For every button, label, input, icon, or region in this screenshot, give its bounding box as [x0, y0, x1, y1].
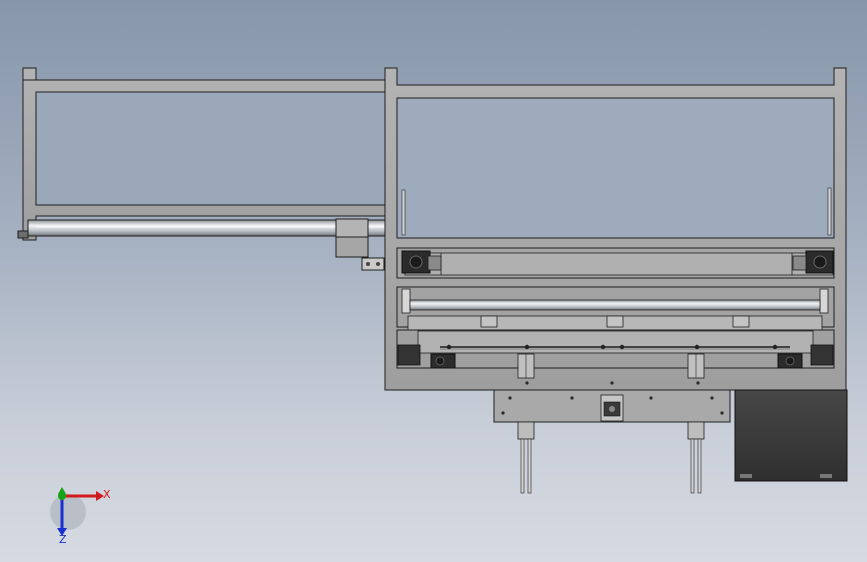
z-axis-label: Z [59, 533, 67, 546]
lower-carriage [396, 329, 835, 369]
cad-viewport[interactable]: X Z [0, 0, 867, 562]
guide-rod [17, 219, 389, 239]
upper-conveyor [396, 247, 835, 279]
cad-model-canvas[interactable]: X Z [0, 0, 867, 562]
control-cabinet [734, 389, 848, 482]
support-legs [517, 421, 705, 494]
left-extension-frame [22, 67, 398, 241]
x-axis-label: X [103, 488, 111, 501]
motor-lower-left [430, 353, 456, 369]
motor-lower-right [777, 353, 803, 369]
axis-triad: X Z [50, 487, 111, 546]
middle-roller [396, 286, 835, 331]
